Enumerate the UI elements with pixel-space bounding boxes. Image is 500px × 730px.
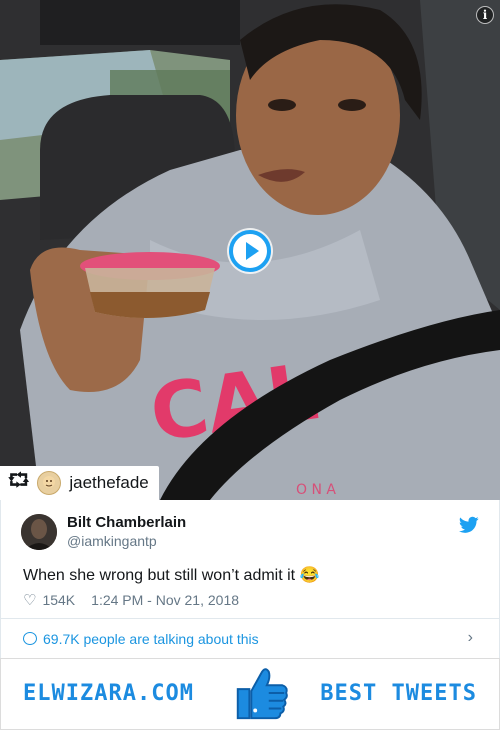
speech-bubble-icon xyxy=(23,632,37,645)
retweeter-username: jaethefade xyxy=(69,473,149,492)
retweeter-avatar xyxy=(37,471,62,495)
footer-banner: ELWIZARA.COM BEST TWEETS xyxy=(0,658,500,730)
heart-icon[interactable]: ♡ xyxy=(23,591,36,609)
author-handle[interactable]: @iamkingantp xyxy=(67,532,186,550)
banner-tagline: BEST TWEETS xyxy=(320,681,477,706)
site-name[interactable]: ELWIZARA.COM xyxy=(23,681,194,706)
tweet-timestamp[interactable]: 1:24 PM - Nov 21, 2018 xyxy=(91,592,239,608)
chevron-right-icon: › xyxy=(467,629,473,646)
twitter-bird-icon[interactable] xyxy=(459,516,479,534)
svg-text:O N A: O N A xyxy=(296,482,336,498)
play-button[interactable] xyxy=(229,230,271,272)
video-player[interactable]: CAL O N A i ⮔ jaethefade xyxy=(0,0,500,500)
info-icon[interactable]: i xyxy=(476,6,494,24)
conversation-link[interactable]: 69.7K people are talking about this › xyxy=(1,618,499,658)
retweeted-by-badge[interactable]: ⮔ jaethefade xyxy=(0,466,159,500)
tweet-meta: ♡ 154K 1:24 PM - Nov 21, 2018 xyxy=(23,591,239,609)
tweet-card[interactable]: Bilt Chamberlain @iamkingantp When she w… xyxy=(0,500,500,658)
tweet-text: When she wrong but still won’t admit it … xyxy=(23,567,320,584)
thumbs-up-icon xyxy=(236,668,288,720)
tweet-author[interactable]: Bilt Chamberlain @iamkingantp xyxy=(21,514,186,550)
play-icon xyxy=(245,242,259,260)
author-display-name[interactable]: Bilt Chamberlain xyxy=(67,514,186,532)
conversation-link-label: 69.7K people are talking about this xyxy=(43,630,259,647)
avatar[interactable] xyxy=(21,514,57,550)
like-count[interactable]: 154K xyxy=(42,592,75,608)
retweet-icon: ⮔ xyxy=(8,470,30,491)
